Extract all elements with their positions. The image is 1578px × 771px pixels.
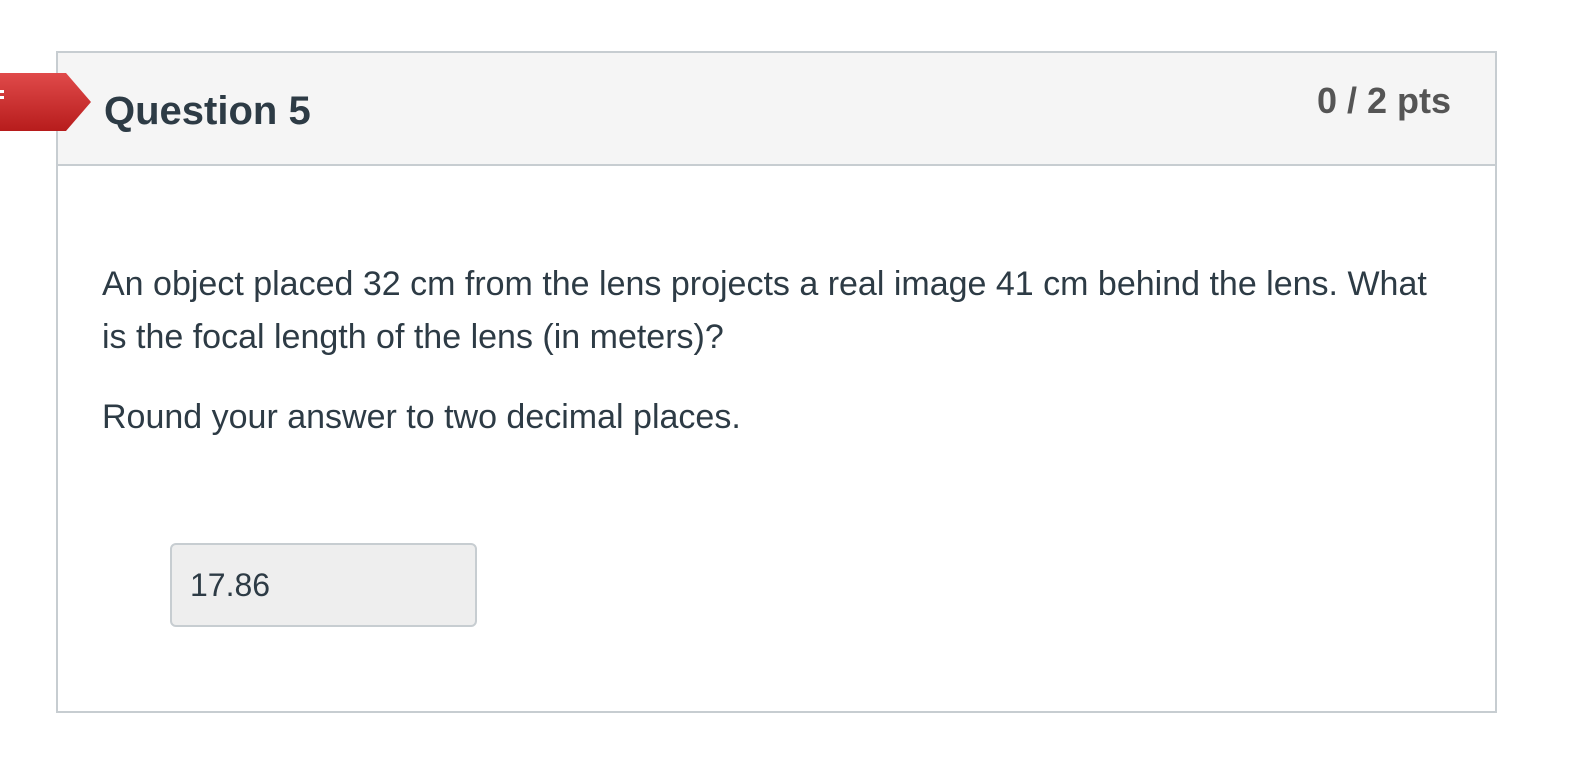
- question-instruction: Round your answer to two decimal places.: [102, 398, 741, 436]
- question-header: Question 5 0 / 2 pts: [58, 53, 1495, 166]
- question-prompt: An object placed 32 cm from the lens pro…: [102, 265, 1427, 356]
- question-text: An object placed 32 cm from the lens pro…: [102, 258, 1442, 471]
- incorrect-arrow-icon: [0, 72, 92, 132]
- question-title: Question 5: [104, 89, 311, 133]
- question-points: 0 / 2 pts: [1316, 80, 1451, 121]
- answer-field[interactable]: 17.86: [170, 543, 477, 627]
